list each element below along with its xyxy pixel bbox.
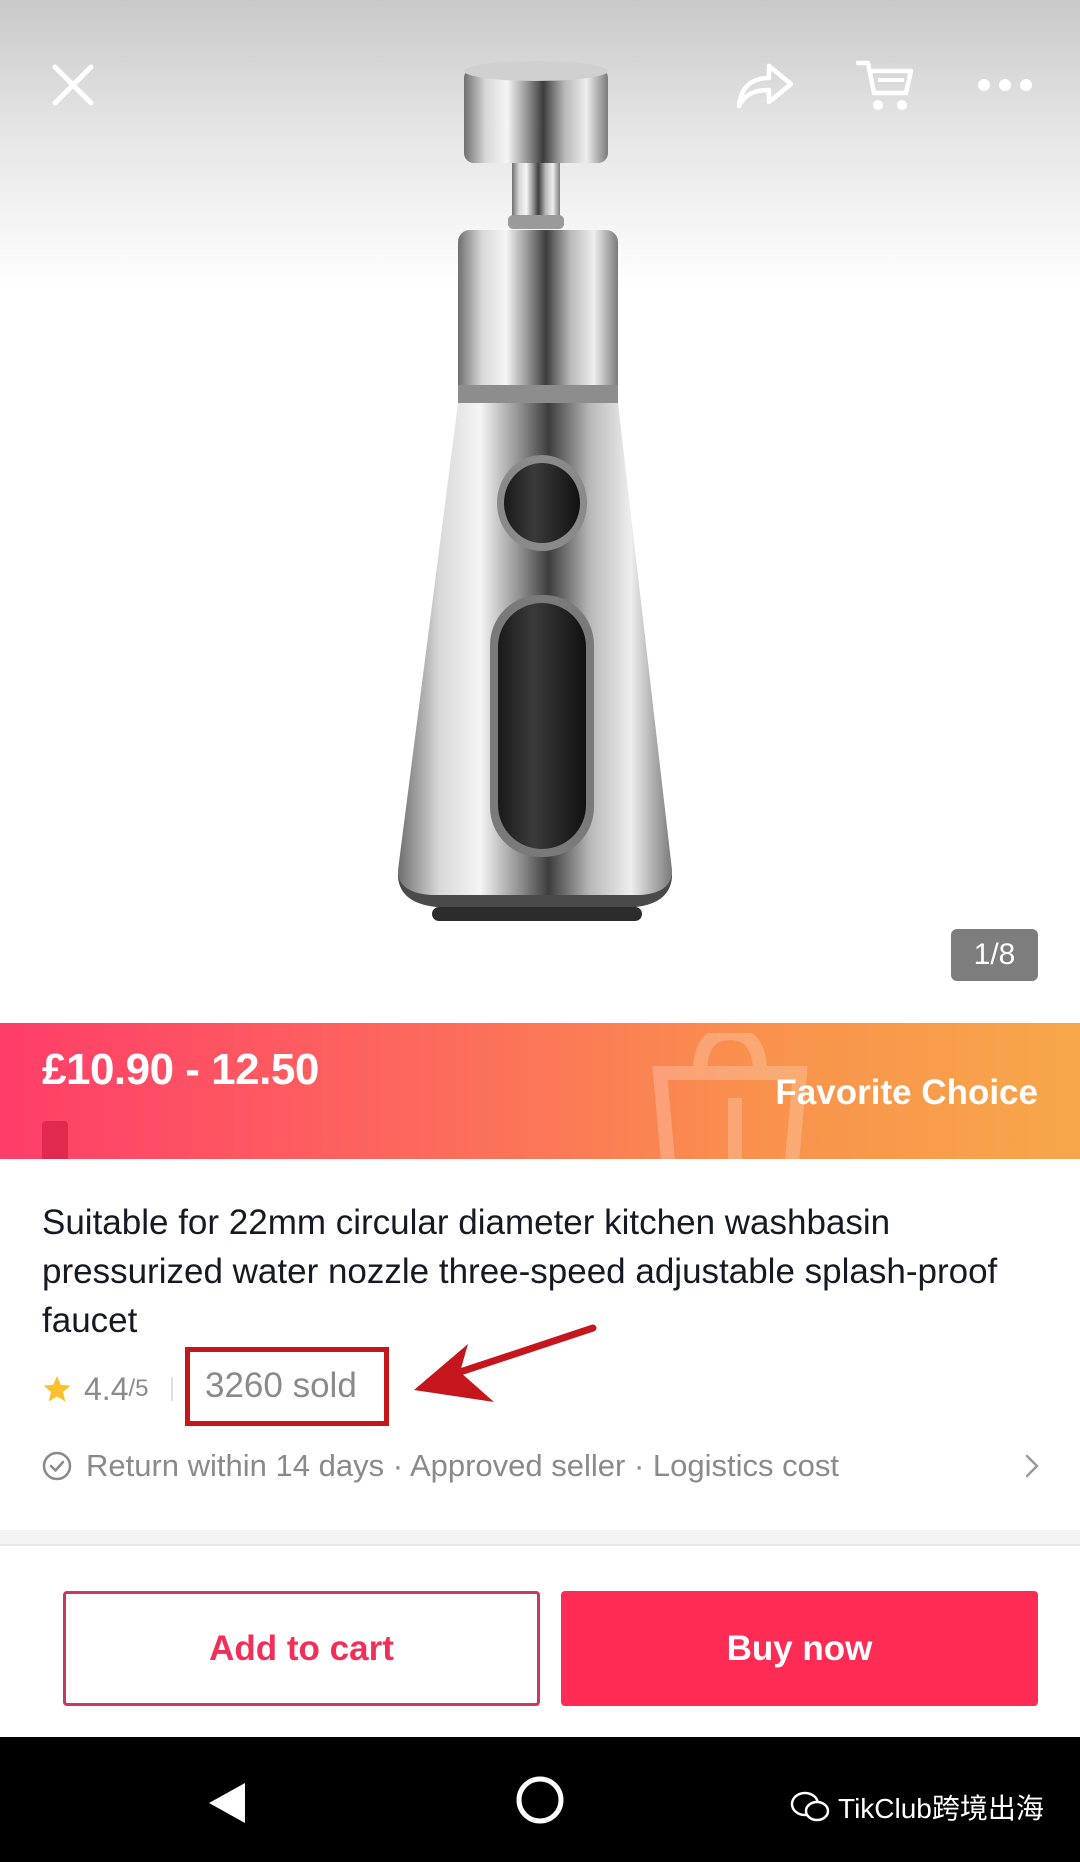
close-icon[interactable] bbox=[38, 50, 108, 120]
price-sub-badge bbox=[42, 1121, 68, 1159]
add-to-cart-button[interactable]: Add to cart bbox=[63, 1591, 540, 1706]
section-divider-line bbox=[0, 1544, 1080, 1546]
annotation-arrow-icon bbox=[414, 1324, 597, 1402]
sold-highlight-box bbox=[185, 1347, 389, 1426]
back-icon[interactable] bbox=[205, 1781, 247, 1825]
rating-scale: /5 bbox=[128, 1375, 149, 1402]
system-nav-bar: TikClub跨境出海 bbox=[0, 1737, 1080, 1862]
check-circle-icon bbox=[42, 1451, 72, 1481]
rating-divider bbox=[170, 1377, 173, 1401]
product-image bbox=[398, 61, 672, 921]
watermark: TikClub跨境出海 bbox=[790, 1787, 1044, 1827]
wechat-icon bbox=[790, 1791, 830, 1822]
home-icon[interactable] bbox=[515, 1775, 565, 1825]
section-divider bbox=[0, 1530, 1080, 1544]
chevron-right-icon bbox=[1025, 1454, 1039, 1478]
share-icon[interactable] bbox=[730, 50, 800, 120]
star-icon bbox=[43, 1375, 71, 1402]
watermark-text: TikClub跨境出海 bbox=[838, 1793, 1044, 1824]
rating-value: 4.4 bbox=[84, 1370, 129, 1407]
more-icon[interactable] bbox=[970, 50, 1040, 120]
rating-row: 4.4 /5 bbox=[42, 1366, 191, 1412]
favorite-choice-label: Favorite Choice bbox=[775, 1073, 1038, 1112]
cart-icon[interactable] bbox=[850, 50, 920, 120]
image-page-counter: 1/8 bbox=[951, 929, 1038, 981]
policy-row[interactable]: Return within 14 days · Approved seller … bbox=[42, 1444, 1040, 1488]
product-gallery[interactable]: 1/8 bbox=[0, 0, 1080, 1023]
policy-text: Return within 14 days · Approved seller … bbox=[86, 1448, 839, 1483]
price-range: £10.90 - 12.50 bbox=[42, 1045, 319, 1094]
buy-now-button[interactable]: Buy now bbox=[561, 1591, 1038, 1706]
price-banner: £10.90 - 12.50 Favorite Choice bbox=[0, 1023, 1080, 1159]
